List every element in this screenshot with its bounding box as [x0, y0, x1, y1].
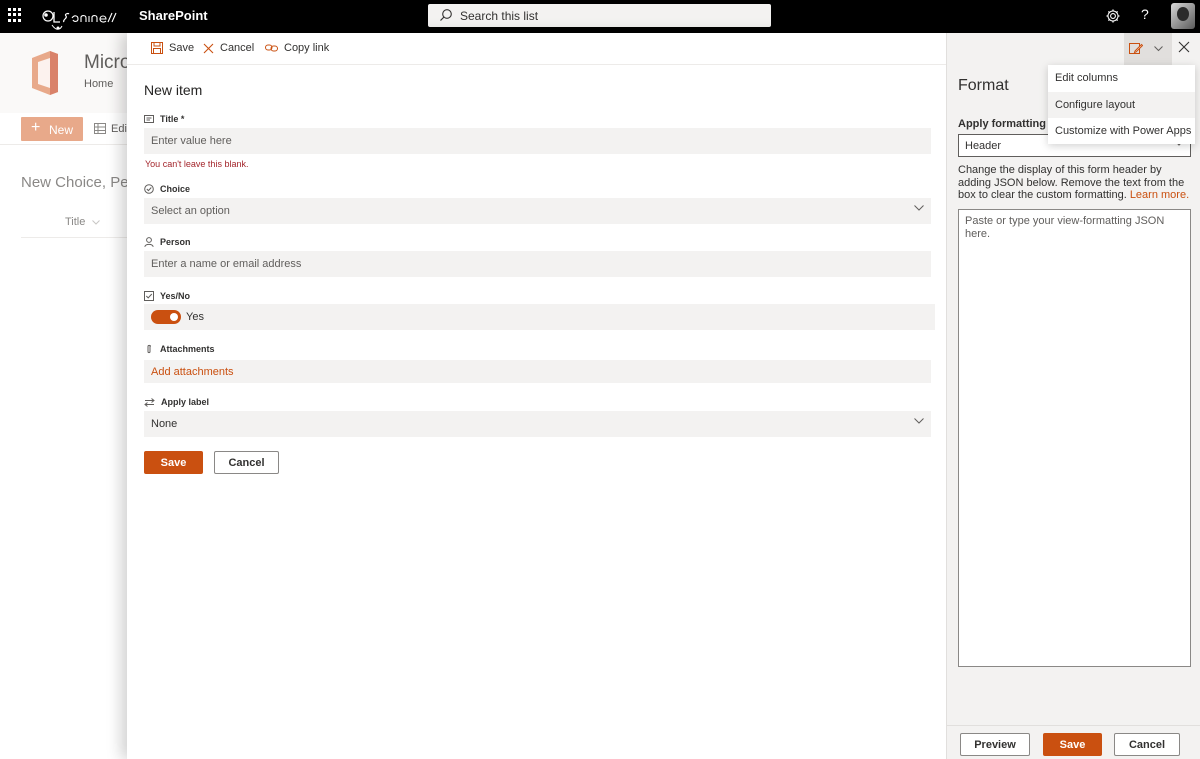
close-icon [203, 43, 214, 53]
attachments-row: Add attachments [144, 360, 931, 383]
choice-check-icon [144, 184, 154, 194]
person-icon [144, 237, 154, 247]
search-placeholder: Search this list [460, 9, 539, 23]
format-cancel-button[interactable]: Cancel [1114, 733, 1180, 756]
field-label-choice-text: Choice [160, 184, 191, 194]
title-placeholder: Enter value here [151, 135, 232, 147]
lsonline-logo[interactable] [38, 2, 118, 32]
office-logo-icon [32, 51, 58, 95]
app-launcher-icon[interactable] [8, 8, 22, 22]
toolbar-save-label: Save [169, 42, 195, 54]
chevron-down-icon [914, 205, 924, 211]
field-label-person-text: Person [160, 237, 191, 247]
column-divider [21, 237, 128, 238]
toolbar-cancel-label: Cancel [220, 42, 255, 54]
title-input[interactable]: Enter value here [144, 128, 931, 154]
toolbar-cancel-button[interactable]: Cancel [203, 42, 254, 54]
title-error-message: You can't leave this blank. [145, 159, 249, 169]
column-header-title[interactable]: Title [65, 216, 101, 228]
field-label-person: Person [144, 237, 191, 247]
help-icon[interactable]: ? [1141, 6, 1149, 22]
field-label-apply-label: Apply label [144, 397, 209, 407]
toolbar-save-button[interactable]: Save [151, 42, 194, 54]
search-icon [440, 9, 452, 21]
grid-icon [94, 123, 106, 134]
field-label-attachments: Attachments [144, 344, 215, 354]
apply-formatting-value: Header [965, 140, 1002, 152]
form-layout-button[interactable] [1124, 33, 1172, 65]
toolbar-copy-link-label: Copy link [284, 42, 330, 54]
link-icon [265, 44, 278, 52]
user-avatar[interactable] [1171, 3, 1195, 29]
background-list-page: Microsoft 365 Home + New Edit in grid vi… [0, 33, 198, 759]
format-panel-toolbar [947, 33, 1200, 65]
toolbar-copy-link-button[interactable]: Copy link [265, 42, 329, 54]
format-panel-title: Format [958, 77, 1009, 94]
preview-button[interactable]: Preview [960, 733, 1030, 756]
field-label-attachments-text: Attachments [160, 344, 215, 354]
apply-label-dropdown[interactable]: None [144, 411, 931, 437]
form-command-bar: Save Cancel Copy link [127, 33, 946, 65]
arrows-swap-icon [144, 397, 155, 407]
column-header-label: Title [65, 216, 86, 228]
plus-icon: + [31, 119, 41, 136]
field-label-choice: Choice [144, 184, 190, 194]
new-item-panel: Save Cancel Copy link New item Title * E… [127, 33, 946, 759]
save-icon [151, 42, 163, 54]
choice-placeholder: Select an option [151, 205, 230, 217]
add-attachments-link[interactable]: Add attachments [151, 366, 234, 378]
field-label-title: Title * [144, 114, 184, 124]
close-panel-icon[interactable] [1178, 41, 1190, 53]
list-command-bar: + New Edit in grid view [0, 113, 188, 145]
site-header: Microsoft 365 Home [0, 33, 198, 113]
search-box[interactable]: Search this list [428, 4, 771, 27]
apply-formatting-label: Apply formatting to [958, 118, 1060, 130]
paperclip-icon [147, 344, 151, 354]
menu-item-configure-layout[interactable]: Configure layout [1048, 92, 1195, 118]
person-placeholder: Enter a name or email address [151, 258, 302, 270]
app-name[interactable]: SharePoint [139, 8, 208, 23]
form-save-button[interactable]: Save [144, 451, 203, 474]
menu-item-customize-power-apps[interactable]: Customize with Power Apps [1048, 118, 1195, 144]
field-label-apply-label-text: Apply label [161, 397, 210, 407]
edit-form-icon [1129, 43, 1143, 54]
yesno-toggle[interactable] [151, 310, 181, 324]
yesno-value: Yes [186, 311, 204, 323]
form-title: New item [144, 82, 203, 98]
chevron-down-icon [1154, 46, 1163, 52]
json-editor[interactable]: Paste or type your view-formatting JSON … [958, 209, 1191, 667]
apply-label-value: None [151, 418, 178, 430]
form-layout-menu: Edit columns Configure layout Customize … [1048, 65, 1195, 144]
new-button-label: New [49, 123, 74, 137]
new-button[interactable]: + New [21, 117, 83, 141]
site-nav-home[interactable]: Home [84, 78, 113, 90]
form-cancel-button[interactable]: Cancel [214, 451, 279, 474]
learn-more-link[interactable]: Learn more. [1130, 189, 1189, 201]
suite-bar: SharePoint Search this list ? [0, 0, 1200, 33]
chevron-down-icon [914, 418, 924, 424]
json-placeholder: Paste or type your view-formatting JSON … [965, 215, 1165, 240]
format-save-button[interactable]: Save [1043, 733, 1102, 756]
menu-item-edit-columns[interactable]: Edit columns [1048, 65, 1195, 91]
checkbox-icon [144, 291, 154, 301]
field-label-title-text: Title * [160, 114, 185, 124]
yesno-row: Yes [144, 304, 935, 330]
choice-dropdown[interactable]: Select an option [144, 198, 931, 224]
person-picker-input[interactable]: Enter a name or email address [144, 251, 931, 277]
field-label-yesno-text: Yes/No [160, 291, 191, 301]
settings-gear-icon[interactable] [1105, 8, 1121, 24]
chevron-down-icon [92, 220, 101, 225]
text-field-icon [144, 115, 154, 123]
format-panel-footer: Preview Save Cancel [947, 725, 1200, 759]
field-label-yesno: Yes/No [144, 291, 190, 301]
format-description: Change the display of this form header b… [958, 164, 1194, 202]
